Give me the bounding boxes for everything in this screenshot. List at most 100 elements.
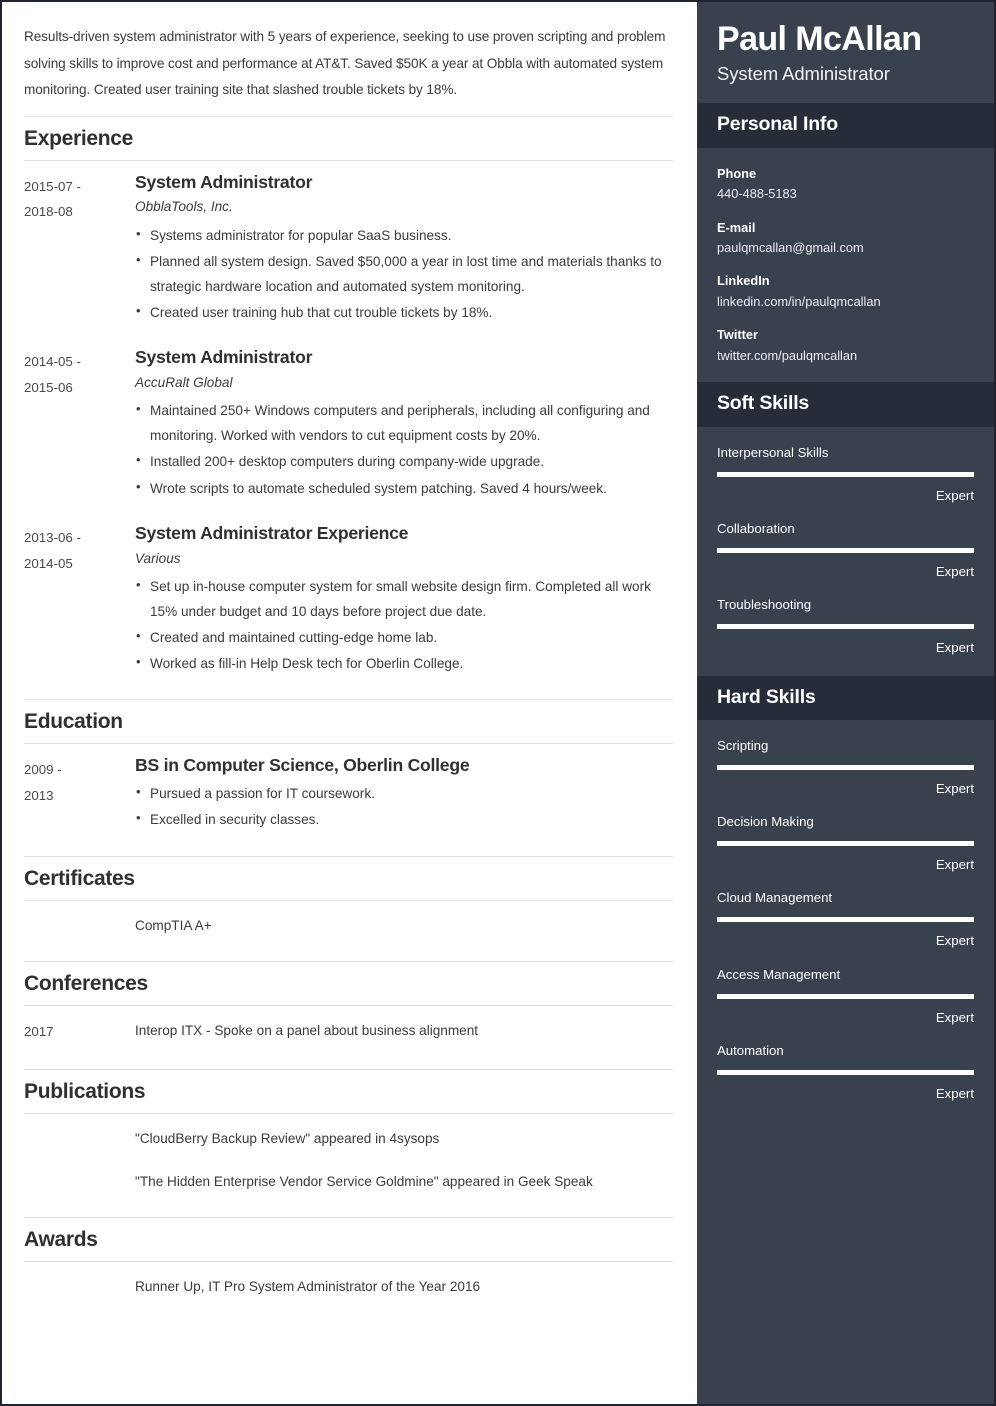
entry-job-title: System Administrator xyxy=(135,347,313,368)
entry-bullet: Set up in-house computer system for smal… xyxy=(135,573,673,624)
entry-body: Runner Up, IT Pro System Administrator o… xyxy=(135,1275,673,1298)
entry-bullet: Installed 200+ desktop computers during … xyxy=(135,448,673,474)
skill-name: Access Management xyxy=(717,966,841,982)
skill-bar-track xyxy=(717,471,974,477)
contact-value[interactable]: paulqmcallan@gmail.com xyxy=(717,238,974,258)
section-education: Education 2009 - 2013 BS in Computer Sci… xyxy=(24,699,673,843)
contact-item-email: E-mail paulqmcallan@gmail.com xyxy=(717,218,974,259)
entry-bullet-list: Pursued a passion for IT coursework. Exc… xyxy=(135,780,673,832)
skill-level-label: Expert xyxy=(935,563,974,579)
contact-item-phone: Phone 440-488-5183 xyxy=(717,164,974,205)
section-title-publications: Publications xyxy=(24,1079,146,1103)
candidate-name: Paul McAllan xyxy=(717,20,922,58)
entry-bullet: Systems administrator for popular SaaS b… xyxy=(135,222,673,248)
skill-level-label: Expert xyxy=(935,487,974,503)
entry-bullet: Wrote scripts to automate scheduled syst… xyxy=(135,475,673,501)
section-title-conferences: Conferences xyxy=(24,971,148,995)
entry-bullet: Maintained 250+ Windows computers and pe… xyxy=(135,397,673,448)
entry-dates: 2015-07 - 2018-08 xyxy=(24,172,135,327)
entry-dates xyxy=(24,914,135,937)
skill-item: Cloud Management Expert xyxy=(717,888,974,950)
entry-date-end: 2015-06 xyxy=(24,380,73,395)
entry-date-start: 2009 - xyxy=(24,762,62,778)
section-title-certificates: Certificates xyxy=(24,866,135,890)
experience-entry: 2015-07 - 2018-08 System Administrator O… xyxy=(24,161,673,337)
main-column: Results-driven system administrator with… xyxy=(2,2,697,1404)
contact-label: E-mail xyxy=(717,219,756,235)
entry-company: Various xyxy=(135,550,181,566)
skill-item: Automation Expert xyxy=(717,1041,974,1103)
skill-bar-fill xyxy=(717,471,974,477)
conference-text: Interop ITX - Spoke on a panel about bus… xyxy=(135,1022,479,1038)
skill-bar-fill xyxy=(717,624,974,630)
skill-bar-fill xyxy=(717,764,974,770)
skill-name: Interpersonal Skills xyxy=(717,444,829,460)
section-experience: Experience 2015-07 - 2018-08 System Admi… xyxy=(24,115,673,688)
contact-value[interactable]: linkedin.com/in/paulqmcallan xyxy=(717,292,974,312)
entry-job-title: System Administrator Experience xyxy=(135,522,409,543)
publication-entry: "CloudBerry Backup Review" appeared in 4… xyxy=(24,1114,673,1205)
entry-bullet: Pursued a passion for IT coursework. xyxy=(135,780,673,806)
entry-company: ObblaTools, Inc. xyxy=(135,199,233,215)
entry-dates: 2014-05 - 2015-06 xyxy=(24,347,135,502)
sidebar-personal-info-body: Phone 440-488-5183 E-mail paulqmcallan@g… xyxy=(697,148,994,383)
entry-bullet-list: Set up in-house computer system for smal… xyxy=(135,573,673,677)
entry-body: System Administrator AccuRalt Global Mai… xyxy=(135,347,673,502)
award-entry: Runner Up, IT Pro System Administrator o… xyxy=(24,1262,673,1310)
entry-date-end: 2013 xyxy=(24,788,54,804)
contact-value[interactable]: 440-488-5183 xyxy=(717,184,974,204)
skill-item: Collaboration Expert xyxy=(717,519,974,581)
entry-bullet: Created user training hub that cut troub… xyxy=(135,299,673,325)
section-conferences: Conferences 2017 Interop ITX - Spoke on … xyxy=(24,960,673,1057)
skill-item: Interpersonal Skills Expert xyxy=(717,443,974,505)
entry-dates: 2009 - 2013 xyxy=(24,755,135,833)
skill-bar-fill xyxy=(717,1069,974,1075)
section-awards: Awards Runner Up, IT Pro System Administ… xyxy=(24,1216,673,1310)
skill-name: Cloud Management xyxy=(717,890,833,906)
experience-entry: 2013-06 - 2014-05 System Administrator E… xyxy=(24,512,673,688)
entry-body: Interop ITX - Spoke on a panel about bus… xyxy=(135,1019,673,1045)
experience-entry: 2014-05 - 2015-06 System Administrator A… xyxy=(24,336,673,512)
entry-bullet: Created and maintained cutting-edge home… xyxy=(135,624,673,650)
sidebar-section-title: Personal Info xyxy=(717,113,838,136)
entry-bullet: Worked as fill-in Help Desk tech for Obe… xyxy=(135,650,673,676)
entry-date-start: 2013-06 - xyxy=(24,529,81,545)
skill-name: Collaboration xyxy=(717,520,795,536)
contact-item-twitter: Twitter twitter.com/paulqmcallan xyxy=(717,325,974,366)
sidebar-soft-skills-body: Interpersonal Skills Expert Collaboratio… xyxy=(697,427,994,676)
award-text: Runner Up, IT Pro System Administrator o… xyxy=(135,1278,481,1294)
sidebar-section-header-hard-skills: Hard Skills xyxy=(697,675,994,720)
skill-bar-fill xyxy=(717,917,974,923)
skill-bar-fill xyxy=(717,547,974,553)
contact-label: Twitter xyxy=(717,327,758,343)
entry-dates xyxy=(24,1127,135,1193)
entry-job-title: System Administrator xyxy=(135,171,313,192)
skill-item: Scripting Expert xyxy=(717,736,974,798)
entry-dates: 2017 xyxy=(24,1023,54,1039)
resume-layout: Results-driven system administrator with… xyxy=(2,2,994,1404)
sidebar: Paul McAllan System Administrator Person… xyxy=(697,2,994,1404)
skill-bar-track xyxy=(717,764,974,770)
entry-bullet-list: Maintained 250+ Windows computers and pe… xyxy=(135,397,673,501)
skill-item: Troubleshooting Expert xyxy=(717,595,974,657)
skill-level-label: Expert xyxy=(935,1009,974,1025)
skill-bar-track xyxy=(717,993,974,999)
publication-text: "The Hidden Enterprise Vendor Service Go… xyxy=(135,1173,593,1189)
sidebar-name-block: Paul McAllan System Administrator xyxy=(697,2,994,103)
sidebar-section-title: Soft Skills xyxy=(717,392,810,415)
skill-bar-track xyxy=(717,547,974,553)
skill-bar-track xyxy=(717,624,974,630)
education-entry: 2009 - 2013 BS in Computer Science, Ober… xyxy=(24,744,673,843)
entry-company: AccuRalt Global xyxy=(135,375,233,391)
skill-level-label: Expert xyxy=(935,780,974,796)
contact-value[interactable]: twitter.com/paulqmcallan xyxy=(717,346,974,366)
entry-date-end: 2014-05 xyxy=(24,555,73,571)
contact-label: Phone xyxy=(717,165,757,181)
publication-text: "CloudBerry Backup Review" appeared in 4… xyxy=(135,1130,440,1146)
section-title-awards: Awards xyxy=(24,1227,98,1251)
entry-body: CompTIA A+ xyxy=(135,914,673,937)
entry-date-start: 2015-07 - xyxy=(24,178,81,194)
skill-level-label: Expert xyxy=(935,933,974,949)
entry-bullet: Planned all system design. Saved $50,000… xyxy=(135,248,673,299)
contact-item-linkedin: LinkedIn linkedin.com/in/paulqmcallan xyxy=(717,271,974,312)
